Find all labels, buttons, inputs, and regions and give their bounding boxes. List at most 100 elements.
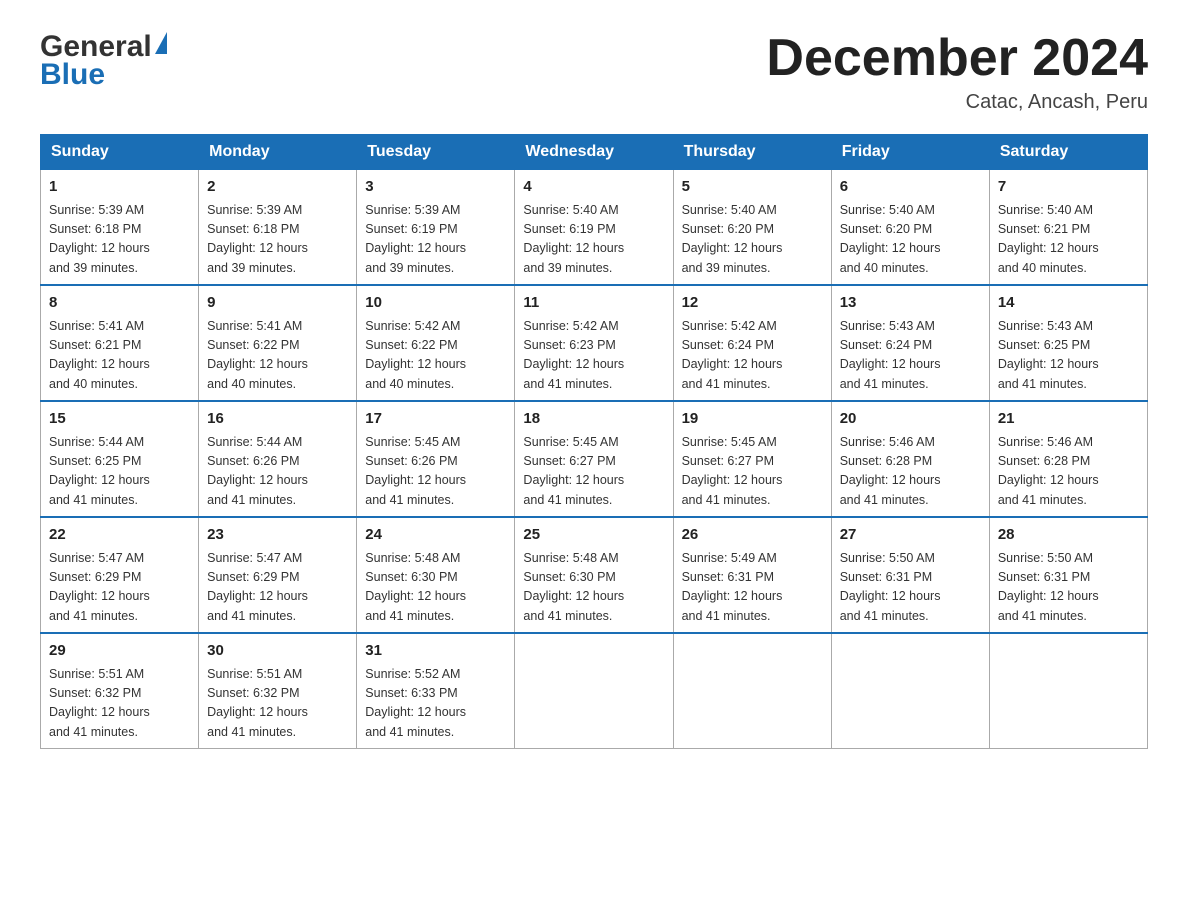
- day-number: 8: [49, 292, 190, 315]
- cell-content: Sunrise: 5:45 AMSunset: 6:27 PMDaylight:…: [682, 433, 823, 511]
- cell-content: Sunrise: 5:48 AMSunset: 6:30 PMDaylight:…: [365, 549, 506, 627]
- month-title: December 2024: [766, 30, 1148, 87]
- calendar-cell: 11Sunrise: 5:42 AMSunset: 6:23 PMDayligh…: [515, 285, 673, 401]
- column-header-monday: Monday: [199, 135, 357, 170]
- calendar-week-row: 29Sunrise: 5:51 AMSunset: 6:32 PMDayligh…: [41, 633, 1148, 749]
- day-number: 10: [365, 292, 506, 315]
- cell-content: Sunrise: 5:42 AMSunset: 6:24 PMDaylight:…: [682, 317, 823, 395]
- calendar-cell: 5Sunrise: 5:40 AMSunset: 6:20 PMDaylight…: [673, 170, 831, 286]
- calendar-header-row: SundayMondayTuesdayWednesdayThursdayFrid…: [41, 135, 1148, 170]
- day-number: 27: [840, 524, 981, 547]
- calendar-cell: 28Sunrise: 5:50 AMSunset: 6:31 PMDayligh…: [989, 517, 1147, 633]
- calendar-cell: 24Sunrise: 5:48 AMSunset: 6:30 PMDayligh…: [357, 517, 515, 633]
- calendar-table: SundayMondayTuesdayWednesdayThursdayFrid…: [40, 134, 1148, 749]
- calendar-cell: 3Sunrise: 5:39 AMSunset: 6:19 PMDaylight…: [357, 170, 515, 286]
- calendar-cell: 15Sunrise: 5:44 AMSunset: 6:25 PMDayligh…: [41, 401, 199, 517]
- cell-content: Sunrise: 5:42 AMSunset: 6:23 PMDaylight:…: [523, 317, 664, 395]
- cell-content: Sunrise: 5:47 AMSunset: 6:29 PMDaylight:…: [207, 549, 348, 627]
- cell-content: Sunrise: 5:42 AMSunset: 6:22 PMDaylight:…: [365, 317, 506, 395]
- cell-content: Sunrise: 5:50 AMSunset: 6:31 PMDaylight:…: [840, 549, 981, 627]
- calendar-cell: [515, 633, 673, 749]
- calendar-cell: 21Sunrise: 5:46 AMSunset: 6:28 PMDayligh…: [989, 401, 1147, 517]
- calendar-week-row: 1Sunrise: 5:39 AMSunset: 6:18 PMDaylight…: [41, 170, 1148, 286]
- calendar-cell: 29Sunrise: 5:51 AMSunset: 6:32 PMDayligh…: [41, 633, 199, 749]
- cell-content: Sunrise: 5:41 AMSunset: 6:22 PMDaylight:…: [207, 317, 348, 395]
- cell-content: Sunrise: 5:39 AMSunset: 6:18 PMDaylight:…: [207, 201, 348, 279]
- day-number: 9: [207, 292, 348, 315]
- day-number: 11: [523, 292, 664, 315]
- calendar-cell: 30Sunrise: 5:51 AMSunset: 6:32 PMDayligh…: [199, 633, 357, 749]
- column-header-sunday: Sunday: [41, 135, 199, 170]
- cell-content: Sunrise: 5:39 AMSunset: 6:18 PMDaylight:…: [49, 201, 190, 279]
- calendar-week-row: 15Sunrise: 5:44 AMSunset: 6:25 PMDayligh…: [41, 401, 1148, 517]
- day-number: 7: [998, 176, 1139, 199]
- page-header: General Blue December 2024 Catac, Ancash…: [40, 30, 1148, 114]
- calendar-cell: 9Sunrise: 5:41 AMSunset: 6:22 PMDaylight…: [199, 285, 357, 401]
- day-number: 14: [998, 292, 1139, 315]
- day-number: 15: [49, 408, 190, 431]
- cell-content: Sunrise: 5:40 AMSunset: 6:20 PMDaylight:…: [840, 201, 981, 279]
- day-number: 21: [998, 408, 1139, 431]
- cell-content: Sunrise: 5:44 AMSunset: 6:25 PMDaylight:…: [49, 433, 190, 511]
- day-number: 26: [682, 524, 823, 547]
- day-number: 18: [523, 408, 664, 431]
- day-number: 28: [998, 524, 1139, 547]
- cell-content: Sunrise: 5:39 AMSunset: 6:19 PMDaylight:…: [365, 201, 506, 279]
- cell-content: Sunrise: 5:51 AMSunset: 6:32 PMDaylight:…: [207, 665, 348, 743]
- day-number: 13: [840, 292, 981, 315]
- day-number: 31: [365, 640, 506, 663]
- cell-content: Sunrise: 5:52 AMSunset: 6:33 PMDaylight:…: [365, 665, 506, 743]
- cell-content: Sunrise: 5:50 AMSunset: 6:31 PMDaylight:…: [998, 549, 1139, 627]
- day-number: 30: [207, 640, 348, 663]
- calendar-cell: 19Sunrise: 5:45 AMSunset: 6:27 PMDayligh…: [673, 401, 831, 517]
- column-header-wednesday: Wednesday: [515, 135, 673, 170]
- day-number: 24: [365, 524, 506, 547]
- day-number: 19: [682, 408, 823, 431]
- logo-triangle-icon: [155, 32, 167, 54]
- day-number: 1: [49, 176, 190, 199]
- day-number: 12: [682, 292, 823, 315]
- calendar-cell: 25Sunrise: 5:48 AMSunset: 6:30 PMDayligh…: [515, 517, 673, 633]
- day-number: 4: [523, 176, 664, 199]
- column-header-saturday: Saturday: [989, 135, 1147, 170]
- calendar-cell: 31Sunrise: 5:52 AMSunset: 6:33 PMDayligh…: [357, 633, 515, 749]
- cell-content: Sunrise: 5:48 AMSunset: 6:30 PMDaylight:…: [523, 549, 664, 627]
- column-header-thursday: Thursday: [673, 135, 831, 170]
- calendar-cell: 8Sunrise: 5:41 AMSunset: 6:21 PMDaylight…: [41, 285, 199, 401]
- cell-content: Sunrise: 5:43 AMSunset: 6:24 PMDaylight:…: [840, 317, 981, 395]
- day-number: 25: [523, 524, 664, 547]
- calendar-cell: 17Sunrise: 5:45 AMSunset: 6:26 PMDayligh…: [357, 401, 515, 517]
- day-number: 5: [682, 176, 823, 199]
- cell-content: Sunrise: 5:46 AMSunset: 6:28 PMDaylight:…: [998, 433, 1139, 511]
- cell-content: Sunrise: 5:49 AMSunset: 6:31 PMDaylight:…: [682, 549, 823, 627]
- calendar-cell: 12Sunrise: 5:42 AMSunset: 6:24 PMDayligh…: [673, 285, 831, 401]
- day-number: 22: [49, 524, 190, 547]
- calendar-cell: 13Sunrise: 5:43 AMSunset: 6:24 PMDayligh…: [831, 285, 989, 401]
- calendar-cell: [673, 633, 831, 749]
- day-number: 23: [207, 524, 348, 547]
- cell-content: Sunrise: 5:41 AMSunset: 6:21 PMDaylight:…: [49, 317, 190, 395]
- calendar-cell: 6Sunrise: 5:40 AMSunset: 6:20 PMDaylight…: [831, 170, 989, 286]
- calendar-cell: 10Sunrise: 5:42 AMSunset: 6:22 PMDayligh…: [357, 285, 515, 401]
- location-subtitle: Catac, Ancash, Peru: [766, 91, 1148, 114]
- calendar-cell: [831, 633, 989, 749]
- logo-blue-text: Blue: [40, 58, 105, 92]
- calendar-week-row: 8Sunrise: 5:41 AMSunset: 6:21 PMDaylight…: [41, 285, 1148, 401]
- calendar-cell: 16Sunrise: 5:44 AMSunset: 6:26 PMDayligh…: [199, 401, 357, 517]
- cell-content: Sunrise: 5:51 AMSunset: 6:32 PMDaylight:…: [49, 665, 190, 743]
- logo: General Blue: [40, 30, 167, 92]
- calendar-cell: 14Sunrise: 5:43 AMSunset: 6:25 PMDayligh…: [989, 285, 1147, 401]
- calendar-cell: 2Sunrise: 5:39 AMSunset: 6:18 PMDaylight…: [199, 170, 357, 286]
- calendar-week-row: 22Sunrise: 5:47 AMSunset: 6:29 PMDayligh…: [41, 517, 1148, 633]
- day-number: 17: [365, 408, 506, 431]
- calendar-cell: 1Sunrise: 5:39 AMSunset: 6:18 PMDaylight…: [41, 170, 199, 286]
- day-number: 20: [840, 408, 981, 431]
- title-area: December 2024 Catac, Ancash, Peru: [766, 30, 1148, 114]
- day-number: 2: [207, 176, 348, 199]
- calendar-cell: 18Sunrise: 5:45 AMSunset: 6:27 PMDayligh…: [515, 401, 673, 517]
- cell-content: Sunrise: 5:45 AMSunset: 6:27 PMDaylight:…: [523, 433, 664, 511]
- cell-content: Sunrise: 5:47 AMSunset: 6:29 PMDaylight:…: [49, 549, 190, 627]
- cell-content: Sunrise: 5:43 AMSunset: 6:25 PMDaylight:…: [998, 317, 1139, 395]
- day-number: 3: [365, 176, 506, 199]
- day-number: 6: [840, 176, 981, 199]
